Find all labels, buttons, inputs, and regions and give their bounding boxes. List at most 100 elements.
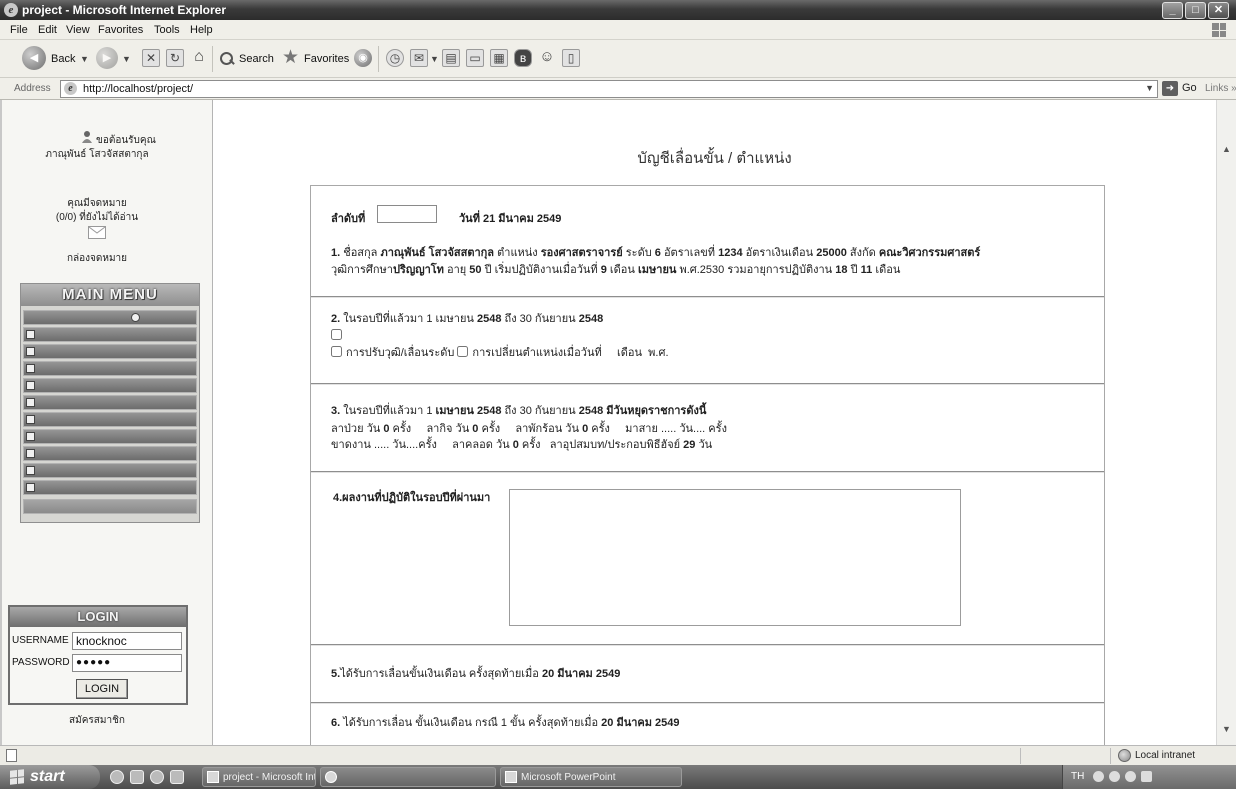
scroll-down-icon[interactable]: ▼ [1219, 722, 1234, 737]
language-indicator[interactable]: TH [1071, 771, 1084, 782]
show-desktop-icon[interactable] [130, 770, 144, 784]
links-button[interactable]: Links » [1205, 83, 1236, 94]
forward-icon[interactable]: ▶ [96, 47, 118, 69]
position-change-checkbox[interactable] [457, 346, 469, 357]
home-icon[interactable]: ⌂ [190, 49, 208, 67]
envelope-icon[interactable] [88, 226, 106, 239]
menu-item[interactable] [23, 446, 197, 461]
menu-item[interactable] [23, 480, 197, 495]
discuss-icon[interactable]: ▦ [490, 49, 508, 67]
section2-heading: 2. ในรอบปีที่แล้วมา 1 เมษายน 2548 ถึง 30… [331, 312, 603, 326]
internet-explorer-quicklaunch-icon[interactable] [110, 770, 124, 784]
menu-favorites[interactable]: Favorites [98, 24, 143, 36]
status-separator [1020, 748, 1021, 764]
maximize-icon: □ [1192, 4, 1199, 16]
work-results-textarea[interactable] [509, 489, 961, 626]
login-button[interactable]: LOGIN [76, 679, 128, 699]
menu-item[interactable] [23, 344, 197, 359]
search-button-label[interactable]: Search [239, 53, 274, 65]
main-menu: MAIN MENU [20, 283, 200, 523]
chevron-down-icon[interactable]: ▼ [122, 54, 131, 64]
value-text: 18 [835, 264, 848, 276]
start-button[interactable]: start [0, 765, 100, 789]
media-icon[interactable]: ◉ [354, 49, 372, 67]
menu-edit[interactable]: Edit [38, 24, 57, 36]
user-icon [82, 131, 92, 143]
bluetooth-icon[interactable]: ʙ [514, 49, 532, 67]
form-date: วันที่ 21 มีนาคม 2549 [459, 213, 562, 225]
tray-network-icon[interactable] [1093, 771, 1104, 782]
task-powerpoint[interactable]: Microsoft PowerPoint [500, 767, 682, 787]
label-text: เดือน [606, 264, 638, 276]
menu-item[interactable] [23, 378, 197, 393]
internet-explorer-icon: e [4, 3, 18, 17]
menu-item-icon [26, 347, 35, 356]
stop-icon[interactable]: ✕ [142, 49, 160, 67]
menu-item-icon [26, 398, 35, 407]
password-input[interactable]: ●●●●● [72, 654, 182, 672]
work-results-label: 4.ผลงานที่ปฏิบัติในรอบปีที่ผ่านมา [333, 492, 491, 504]
study-leave-checkbox[interactable] [331, 329, 342, 340]
order-number-input[interactable] [377, 205, 437, 223]
user-name: ภาณุพันธ์ โสวจัสสตากุล [45, 149, 149, 160]
favorites-button-label[interactable]: Favorites [304, 53, 349, 65]
refresh-icon[interactable]: ↻ [166, 49, 184, 67]
address-input[interactable]: e http://localhost/project/ ▼ [60, 80, 1158, 98]
value-text: 2548 [578, 313, 604, 325]
research-icon[interactable]: ▯ [562, 49, 580, 67]
print-icon[interactable]: ▤ [442, 49, 460, 67]
menu-item[interactable] [23, 463, 197, 478]
menu-view[interactable]: View [66, 24, 90, 36]
tray-volume-icon[interactable] [1109, 771, 1120, 782]
menu-tools[interactable]: Tools [154, 24, 180, 36]
menu-header-row[interactable] [23, 310, 197, 325]
go-button[interactable]: ➜ Go [1162, 80, 1202, 98]
value-text: 6. [331, 717, 341, 729]
tray-bluetooth-icon[interactable] [1125, 771, 1136, 782]
back-icon[interactable]: ◀ [22, 46, 46, 70]
username-input[interactable] [72, 632, 182, 650]
task-window[interactable] [320, 767, 496, 787]
favorites-icon[interactable]: ★ [282, 46, 299, 69]
back-button-label[interactable]: Back [51, 53, 75, 65]
media-player-icon[interactable] [150, 770, 164, 784]
window-title: project - Microsoft Internet Explorer [22, 3, 227, 17]
leave-stats-line: ลาป่วย วัน 0 ครั้ง ลากิจ วัน 0 ครั้ง ลาพ… [331, 422, 727, 436]
register-link[interactable]: สมัครสมาชิก [2, 713, 192, 728]
menu-footer-row[interactable] [23, 499, 197, 514]
edit-icon[interactable]: ▭ [466, 49, 484, 67]
title-bar: e project - Microsoft Internet Explorer … [0, 0, 1236, 20]
scroll-up-icon[interactable]: ▲ [1219, 142, 1234, 157]
menu-item[interactable] [23, 361, 197, 376]
tray-monitor-icon[interactable] [1141, 771, 1152, 782]
menu-item[interactable] [23, 327, 197, 342]
chevron-down-icon[interactable]: ▼ [1145, 83, 1154, 93]
maximize-button[interactable]: □ [1185, 2, 1206, 19]
last-one-step-raise-line: 6. ได้รับการเลื่อน ขั้นเงินเดือน กรณี 1 … [331, 716, 680, 730]
menu-item[interactable] [23, 429, 197, 444]
section3-heading: 3. ในรอบปีที่แล้วมา 1 เมษายน 2548 ถึง 30… [331, 404, 706, 418]
history-icon[interactable]: ◷ [386, 49, 404, 67]
order-label: ลำดับที่ [331, 213, 366, 225]
menu-item[interactable] [23, 395, 197, 410]
section-divider [311, 383, 1104, 385]
qualification-adjust-checkbox[interactable] [331, 346, 342, 357]
mail-icon[interactable]: ✉ [410, 49, 428, 67]
chevron-down-icon[interactable]: ▼ [80, 54, 89, 64]
quicklaunch-icon[interactable] [170, 770, 184, 784]
vertical-scrollbar[interactable]: ▲ ▼ [1216, 100, 1236, 745]
task-internet-explorer[interactable]: project - Microsoft Inte [202, 767, 316, 787]
minimize-button[interactable]: _ [1162, 2, 1183, 19]
search-icon[interactable] [219, 51, 235, 67]
messenger-icon[interactable]: ☺ [538, 49, 556, 67]
address-url[interactable]: http://localhost/project/ [83, 83, 193, 95]
menu-help[interactable]: Help [190, 24, 213, 36]
chevron-down-icon[interactable]: ▼ [430, 54, 439, 64]
menu-file[interactable]: File [10, 24, 28, 36]
value-text: ปริญญาโท [392, 264, 444, 276]
go-label: Go [1182, 82, 1197, 94]
menu-item[interactable] [23, 412, 197, 427]
mailbox-link[interactable]: กล่องจดหมาย [2, 251, 192, 266]
label-text: อัตราเลขที่ [660, 247, 719, 259]
close-button[interactable]: ✕ [1208, 2, 1229, 19]
